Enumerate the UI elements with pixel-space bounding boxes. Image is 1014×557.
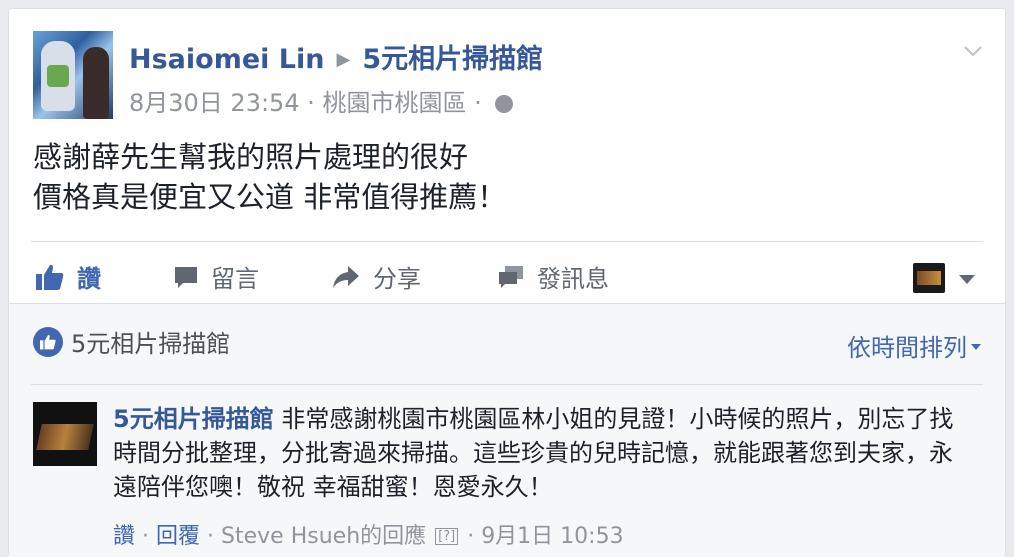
post-card: Hsaiomei Lin ▶ 5元相片掃描館 8月30日 23:54 · 桃園市桃園… bbox=[8, 8, 1006, 557]
comment-button[interactable]: 留言 bbox=[173, 259, 259, 294]
sort-label: 依時間排列 bbox=[847, 334, 967, 362]
share-button[interactable]: 分享 bbox=[331, 259, 421, 294]
comment-date[interactable]: 9月1日 10:53 bbox=[481, 524, 623, 549]
post-text-line-1: 感謝薛先生幫我的照片處理的很好 bbox=[33, 140, 469, 174]
post-body: 感謝薛先生幫我的照片處理的很好 價格真是便宜又公道 非常值得推薦！ bbox=[33, 137, 506, 217]
target-page-name[interactable]: 5元相片掃描館 bbox=[362, 44, 543, 75]
post-text-line-2: 價格真是便宜又公道 非常值得推薦！ bbox=[33, 180, 507, 214]
caret-down-icon bbox=[971, 344, 981, 350]
page-avatar-small[interactable] bbox=[913, 263, 945, 293]
footer-sep: · bbox=[207, 524, 222, 549]
likes-summary: 5元相片掃描館 bbox=[33, 324, 230, 359]
author-name[interactable]: Hsaiomei Lin bbox=[129, 44, 324, 75]
divider bbox=[31, 241, 983, 242]
like-circle-icon bbox=[33, 326, 63, 357]
avatar-detail bbox=[47, 65, 69, 87]
comment-label: 留言 bbox=[211, 265, 259, 293]
thumbs-up-icon bbox=[36, 264, 64, 290]
comments-section: 5元相片掃描館 依時間排列 5元相片掃描館 非常感謝桃園市桃園區林小姐的見證！小… bbox=[9, 303, 1005, 557]
meta-separator: · bbox=[307, 89, 315, 117]
replied-by[interactable]: Steve Hsueh的回應 bbox=[221, 524, 426, 549]
post-meta: 8月30日 23:54 · 桃園市桃園區 · bbox=[129, 83, 514, 118]
like-button[interactable]: 讚 bbox=[35, 259, 101, 294]
comment-body: 5元相片掃描館 非常感謝桃園市桃園區林小姐的見證！小時候的照片，別忘了找時間分批… bbox=[113, 402, 963, 504]
sort-dropdown[interactable]: 依時間排列 bbox=[847, 328, 981, 363]
send-label: 發訊息 bbox=[537, 265, 609, 293]
share-label: 分享 bbox=[373, 265, 421, 293]
meta-separator-2: · bbox=[474, 89, 482, 117]
comment-reply-link[interactable]: 回覆 bbox=[156, 524, 200, 549]
comment-footer: 讚 · 回覆 · Steve Hsueh的回應 [?] · 9月1日 10:53 bbox=[113, 518, 624, 550]
footer-sep: · bbox=[142, 524, 157, 549]
avatar-person bbox=[83, 47, 109, 119]
divider bbox=[31, 384, 983, 385]
comment-author[interactable]: 5元相片掃描館 bbox=[113, 405, 274, 433]
comment-like-link[interactable]: 讚 bbox=[113, 524, 135, 549]
post-date[interactable]: 8月30日 23:54 bbox=[129, 89, 300, 117]
post-header: Hsaiomei Lin ▶ 5元相片掃描館 bbox=[129, 37, 543, 76]
action-bar: 讚 留言 分享 發訊息 bbox=[9, 249, 1005, 305]
caret-down-icon[interactable] bbox=[959, 275, 975, 284]
like-label: 讚 bbox=[77, 265, 101, 293]
comment-avatar[interactable] bbox=[33, 402, 97, 466]
author-avatar[interactable] bbox=[33, 31, 113, 119]
globe-icon[interactable] bbox=[495, 95, 514, 113]
footer-sep: · bbox=[467, 524, 482, 549]
send-message-button[interactable]: 發訊息 bbox=[497, 259, 609, 294]
chevron-down-icon[interactable] bbox=[963, 41, 983, 61]
comment-icon bbox=[175, 266, 197, 288]
arrow-right-icon: ▶ bbox=[336, 49, 351, 70]
message-icon bbox=[499, 265, 523, 288]
help-icon[interactable]: [?] bbox=[435, 528, 459, 545]
liker-name[interactable]: 5元相片掃描館 bbox=[71, 324, 230, 359]
share-icon bbox=[333, 265, 359, 288]
post-location[interactable]: 桃園市桃園區 bbox=[323, 89, 467, 117]
